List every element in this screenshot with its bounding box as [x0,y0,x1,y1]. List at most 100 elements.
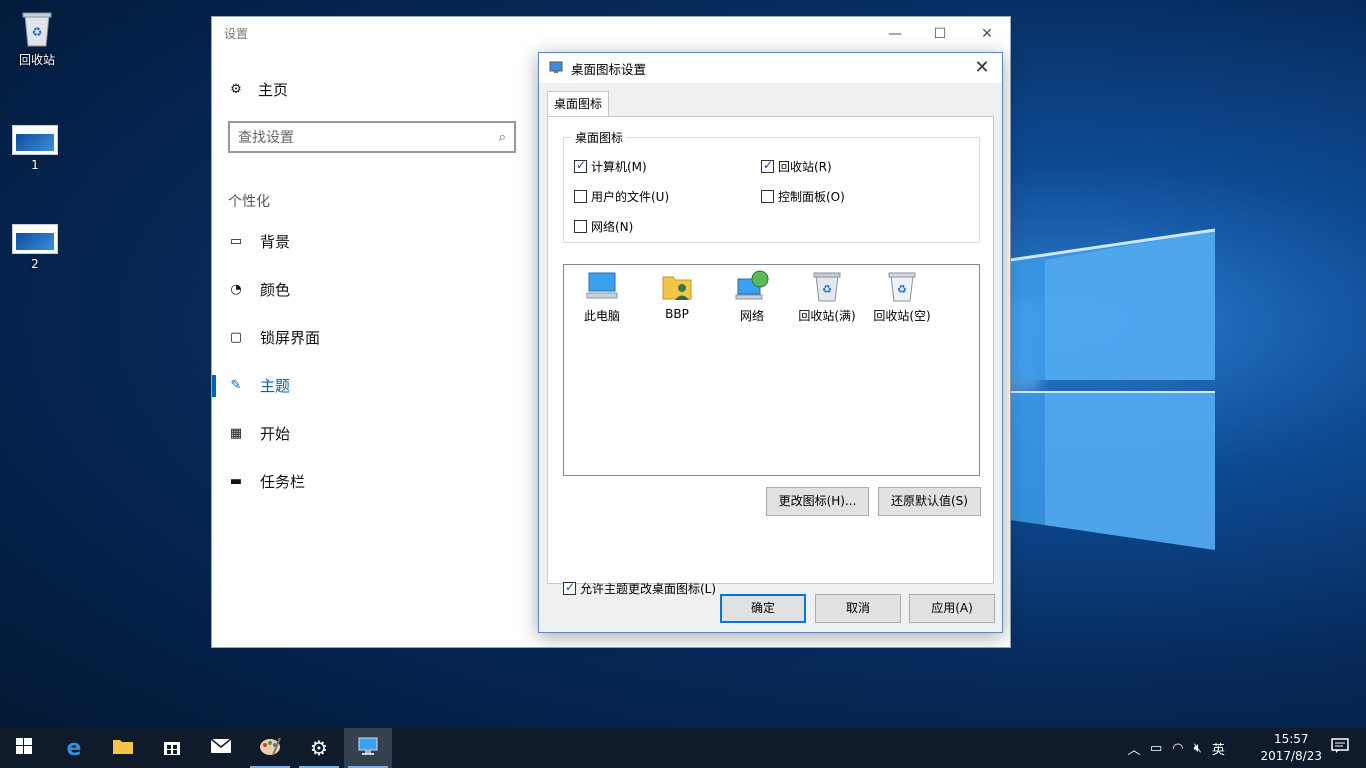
tab-panel: 桌面图标 计算机(M) 回收站(R) 用户的文件(U) 控制面板(O) 网络(N… [547,116,994,596]
taskbar-store[interactable] [148,728,196,768]
checkbox-box[interactable] [574,220,587,233]
list-item-label: BBP [665,307,689,321]
minimize-button[interactable]: — [880,23,910,45]
list-item[interactable]: ♻ 回收站(满) [792,269,862,324]
checkbox-box[interactable] [574,190,587,203]
lock-screen-icon: ▢ [229,329,243,345]
icon-list[interactable]: 此电脑 BBP 网络 ♻ 回收站(满) ♻ 回收站(空) [563,264,980,476]
edge-icon: e [66,735,82,761]
action-center-button[interactable] [1316,728,1364,768]
recycle-bin-empty-icon: ♻ [885,269,919,303]
nav-item-label: 主题 [260,377,291,395]
desktop-thumbnail-icon [12,125,58,155]
nav-home-label: 主页 [258,81,289,99]
nav-home[interactable]: ⚙ 主页 [228,79,288,100]
nav-item-colors[interactable]: ◔ 颜色 [228,279,290,300]
search-placeholder: 查找设置 [238,130,294,146]
desktop-icon-settings-icon [357,736,379,761]
windows-start-icon [16,737,32,759]
checkbox-label: 回收站(R) [778,160,832,174]
checkbox-box[interactable] [563,580,576,595]
checkbox-box[interactable] [761,158,774,173]
checkbox-box[interactable] [574,158,587,173]
checkbox-label: 控制面板(O) [778,190,845,204]
desktop-thumbnail-icon [12,224,58,254]
checkbox-user-files[interactable]: 用户的文件(U) [574,188,669,205]
desktop-icon-settings-dialog: 桌面图标设置 ✕ 桌面图标 桌面图标 计算机(M) 回收站(R) 用户的文件(U… [538,52,1003,633]
checkbox-computer[interactable]: 计算机(M) [574,158,647,175]
restore-default-button[interactable]: 还原默认值(S) [878,487,981,516]
search-icon: ⌕ [498,129,506,145]
taskbar-icon: ▬ [229,473,243,489]
clock-time: 15:57 [1273,732,1309,746]
list-item[interactable]: ♻ 回收站(空) [867,269,937,324]
desktop-shortcut-2[interactable]: 2 [0,224,70,271]
ime-indicator[interactable]: 英 [1212,739,1225,758]
dialog-close-button[interactable]: ✕ [970,57,994,78]
list-item[interactable]: 网络 [717,269,787,324]
taskbar-paint[interactable] [246,728,294,768]
start-button[interactable] [0,728,48,768]
checkbox-label: 计算机(M) [591,160,647,174]
nav-item-label: 颜色 [260,281,291,299]
change-icon-button[interactable]: 更改图标(H)... [766,487,869,516]
nav-item-label: 背景 [260,233,291,251]
windows-logo-wallpaper [1009,228,1216,550]
clock[interactable]: 15:57 2017/8/23 [1260,731,1322,765]
checkbox-network[interactable]: 网络(N) [574,218,633,235]
taskbar-mail[interactable] [197,728,245,768]
checkbox-label: 网络(N) [591,220,634,234]
nav-item-taskbar[interactable]: ▬ 任务栏 [228,471,305,492]
taskbar-settings[interactable]: ⚙ [295,728,343,768]
store-icon [162,736,182,761]
close-button[interactable]: ✕ [972,23,1002,45]
image-icon: ▭ [229,233,243,249]
desktop-icon-settings-icon [549,60,563,77]
taskbar-edge[interactable]: e [50,728,98,768]
list-item[interactable]: 此电脑 [567,269,637,324]
recycle-bin-full-icon: ♻ [810,269,844,303]
notification-icon [1331,737,1349,759]
desktop-icons-group: 桌面图标 计算机(M) 回收站(R) 用户的文件(U) 控制面板(O) 网络(N… [563,129,980,243]
taskbar-file-explorer[interactable] [99,728,147,768]
list-item-label: 网络 [739,309,764,323]
cancel-button[interactable]: 取消 [815,594,901,623]
list-item[interactable]: BBP [642,269,712,321]
settings-icon: ⚙ [310,736,328,760]
desktop-icon-label: 2 [31,257,39,271]
checkbox-control-panel[interactable]: 控制面板(O) [761,188,845,205]
search-input[interactable]: 查找设置 ⌕ [228,121,516,153]
apply-button[interactable]: 应用(A) [909,594,995,623]
volume-icon[interactable]: 🔇︎ [1194,741,1202,756]
battery-icon[interactable]: ▭ [1150,741,1162,756]
chevron-up-icon[interactable]: ︿ [1126,739,1142,758]
checkbox-recycle-bin[interactable]: 回收站(R) [761,158,832,175]
theme-icon: ✎ [230,377,242,393]
checkbox-label: 用户的文件(U) [591,190,670,204]
ok-button[interactable]: 确定 [720,594,806,623]
svg-text:♻: ♻ [32,25,43,39]
nav-item-lock-screen[interactable]: ▢ 锁屏界面 [228,327,320,348]
svg-text:♻: ♻ [822,283,832,296]
checkbox-label: 允许主题更改桌面图标(L) [580,582,717,596]
desktop-recycle-bin[interactable]: ♻ 回收站 [2,8,72,68]
list-item-label: 回收站(满) [798,309,856,323]
active-indicator [212,375,216,397]
taskbar-desktop-icon-settings[interactable] [344,728,392,768]
user-folder-icon [660,269,694,303]
nav-item-start[interactable]: ▦ 开始 [228,423,290,444]
checkbox-box[interactable] [761,190,774,203]
checkbox-allow-theme[interactable]: 允许主题更改桌面图标(L) [563,580,716,597]
nav-item-label: 开始 [260,425,291,443]
dialog-titlebar[interactable]: 桌面图标设置 ✕ [539,53,1002,83]
palette-icon: ◔ [230,281,242,297]
nav-item-themes[interactable]: ✎ 主题 [228,375,290,396]
nav-item-background[interactable]: ▭ 背景 [228,231,290,252]
wifi-icon[interactable]: ◠ [1172,741,1183,756]
desktop-shortcut-1[interactable]: 1 [0,125,70,172]
maximize-button[interactable]: ☐ [925,23,955,45]
nav-item-label: 锁屏界面 [260,329,321,347]
file-explorer-icon [112,737,134,760]
tab-desktop-icons[interactable]: 桌面图标 [547,91,609,117]
desktop-icon-label: 回收站 [18,53,55,67]
